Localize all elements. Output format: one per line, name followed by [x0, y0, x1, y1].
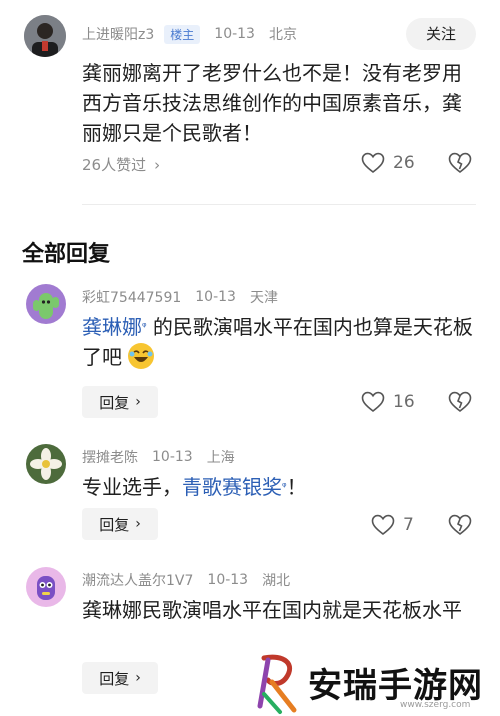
dislike-button[interactable]	[448, 391, 472, 413]
comment-location: 上海	[206, 450, 235, 466]
comment-meta: 彩虹75447591 10-13 天津	[82, 287, 278, 307]
reply-label: 回复	[99, 669, 130, 688]
op-text: 龚丽娜离开了老罗什么也不是！没有老罗用西方音乐技法思维创作的中国原素音乐，龚丽娜…	[82, 61, 462, 145]
op-location: 北京	[268, 27, 297, 43]
watermark-logo-icon	[257, 654, 297, 714]
heart-icon	[371, 514, 395, 536]
chevron-right-icon: ›	[154, 156, 161, 174]
op-dislike-button[interactable]	[448, 152, 472, 174]
divider	[82, 204, 476, 205]
broken-heart-icon	[448, 152, 472, 174]
dislike-button[interactable]	[448, 514, 472, 536]
broken-heart-icon	[448, 391, 472, 413]
mention-link[interactable]: 青歌赛银奖	[182, 475, 282, 499]
watermark-url: www.szerg.com	[400, 700, 471, 710]
comment-text-body: 专业选手，	[82, 475, 182, 499]
original-post: 上进暖阳z3 楼主 10-13 北京 关注 龚丽娜离开了老罗什么也不是！没有老罗…	[0, 0, 500, 205]
reply-button[interactable]: 回复 ›	[82, 662, 158, 694]
chevron-right-icon: ›	[135, 516, 141, 532]
like-button[interactable]: 7	[371, 514, 414, 536]
comment-avatar[interactable]	[26, 284, 66, 324]
mention-link[interactable]: 龚琳娜	[82, 315, 142, 339]
chevron-right-icon: ›	[135, 670, 141, 686]
like-count: 16	[393, 392, 415, 412]
like-button[interactable]: 16	[361, 391, 415, 413]
comment-username[interactable]: 彩虹75447591	[82, 287, 181, 307]
comment-text-tail: ！	[286, 475, 307, 499]
comment-date: 10-13	[207, 572, 249, 588]
op-meta: 上进暖阳z3 楼主 10-13 北京	[82, 24, 297, 44]
watermark: 安瑞手游网 www.szerg.com	[250, 650, 495, 716]
op-date: 10-13	[214, 26, 255, 42]
heart-icon	[361, 391, 385, 413]
heart-icon	[361, 152, 385, 174]
comment-username[interactable]: 摆摊老陈	[82, 447, 138, 467]
comment-date: 10-13	[195, 289, 236, 305]
op-like-count: 26	[393, 153, 415, 173]
likes-summary-text: 26人赞过	[82, 156, 147, 174]
reply-label: 回复	[99, 515, 130, 534]
chevron-right-icon: ›	[135, 394, 141, 410]
reply-button[interactable]: 回复 ›	[82, 386, 158, 418]
op-avatar[interactable]	[24, 15, 66, 57]
op-like-button[interactable]: 26	[361, 152, 415, 174]
comment-meta: 摆摊老陈 10-13 上海	[82, 447, 235, 467]
comment-avatar[interactable]	[26, 567, 66, 607]
like-count: 7	[403, 515, 414, 535]
likes-summary[interactable]: 26人赞过 ›	[82, 154, 160, 175]
comment-date: 10-13	[152, 449, 193, 465]
comment-username[interactable]: 潮流达人盖尔1V7	[82, 570, 193, 590]
comment-text: 龚琳娜ᵠ 的民歌演唱水平在国内也算是天花板了吧	[82, 312, 477, 372]
follow-button[interactable]: 关注	[406, 18, 476, 50]
broken-heart-icon	[448, 514, 472, 536]
comment-text: 龚琳娜民歌演唱水平在国内就是天花板水平	[82, 598, 462, 622]
comment-location: 天津	[249, 290, 278, 306]
comment-meta: 潮流达人盖尔1V7 10-13 湖北	[82, 570, 290, 590]
laughing-emoji-icon	[128, 343, 155, 369]
op-badge: 楼主	[164, 24, 201, 44]
comment-location: 湖北	[262, 573, 291, 589]
comment-avatar[interactable]	[26, 444, 66, 484]
op-username[interactable]: 上进暖阳z3	[82, 24, 154, 44]
reply-label: 回复	[99, 393, 130, 412]
reply-button[interactable]: 回复 ›	[82, 508, 158, 540]
comment-text: 专业选手，青歌赛银奖ᵠ！	[82, 472, 477, 502]
section-title: 全部回复	[22, 242, 111, 267]
